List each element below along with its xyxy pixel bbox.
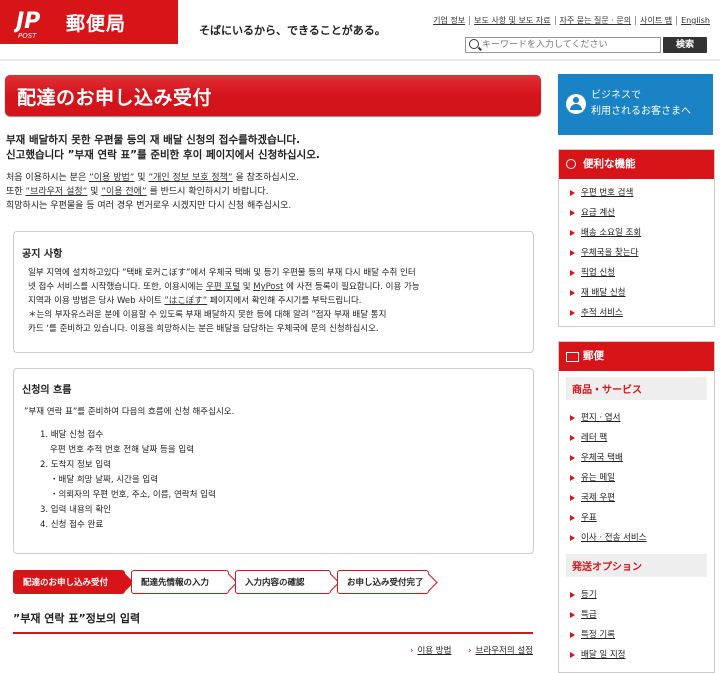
mail-item[interactable]: 우체국 택배 xyxy=(559,448,714,468)
tagline: そばにいるから、できることがある。 xyxy=(199,24,386,37)
tool-find-office[interactable]: 우체국을 찾는다 xyxy=(559,243,714,263)
top-link-press[interactable]: 보도 사항 및 보도 자료 xyxy=(470,16,556,25)
tool-tracking[interactable]: 추적 서비스 xyxy=(559,303,714,323)
flow-step: 2. 도착지 정보 입력 xyxy=(40,460,111,470)
flow-step: 4. 신청 접수 완료 xyxy=(40,520,104,530)
section-heading: ”부재 연락 표”정보의 입력 xyxy=(13,612,141,625)
mail-option-item[interactable]: 배달 일 지정 xyxy=(559,645,714,665)
tool-delivery-days[interactable]: 배송 소요일 조회 xyxy=(559,223,714,243)
top-links: 기업 정보 보도 사항 및 보도 자료 자주 묻는 질문 · 문의 사이트 맵 Engl… xyxy=(429,15,714,26)
tool-fee-calc[interactable]: 요금 계산 xyxy=(559,203,714,223)
site-header: JP POST 郵便局 そばにいるから、できることがある。 기업 정보 보도 사항… xyxy=(0,0,720,62)
envelope-icon xyxy=(566,352,579,362)
lead-text: 부재 배달하지 못한 우편물 등의 재 배달 신청의 접수를하겠습니다. 신고했… xyxy=(6,134,320,161)
step-complete: お申し込み受付完了 xyxy=(337,570,429,594)
page-title-bar: 配達のお申し込み受付 xyxy=(5,75,541,116)
before-use-link[interactable]: ”이용 전에” xyxy=(101,187,146,197)
mail-subheading-services: 商品・サービス xyxy=(566,377,707,400)
step-delivery-info: 配達先情報の入力 xyxy=(131,570,229,594)
top-link-faq[interactable]: 자주 묻는 질문 · 문의 xyxy=(555,16,637,25)
post-portal-link[interactable]: 우편 포털 xyxy=(206,282,240,292)
flow-step: 1. 배달 신청 접수 xyxy=(40,430,104,440)
search-icon xyxy=(566,159,576,169)
top-link-english[interactable]: English xyxy=(677,16,714,25)
tool-redelivery[interactable]: 재 배달 신청 xyxy=(559,283,714,303)
mail-item[interactable]: 유는 메일 xyxy=(559,468,714,488)
flow-body: ”부재 연락 표”를 준비하여 다음의 흐름에 신청 해주십시오. 1. 배달 … xyxy=(24,405,234,533)
mail-subheading-options: 発送オプション xyxy=(566,554,707,577)
mail-option-item[interactable]: 특정 기록 xyxy=(559,625,714,645)
tool-pickup[interactable]: 픽업 신청 xyxy=(559,263,714,283)
search-box xyxy=(465,37,661,53)
flow-step: 3. 입력 내용의 확인 xyxy=(40,505,111,515)
search-input[interactable] xyxy=(482,38,652,52)
notice-title: 공지 사항 xyxy=(22,249,63,260)
jp-logo-icon: JP POST xyxy=(14,9,40,40)
mail-panel-header: 郵便 xyxy=(559,342,714,371)
mail-item[interactable]: 우표 xyxy=(559,508,714,528)
mail-item[interactable]: 편지 · 엽서 xyxy=(559,408,714,428)
browser-settings-bottom-link[interactable]: 브라우저의 설정 xyxy=(468,646,533,656)
bottom-links: 이용 방법 브라우저의 설정 xyxy=(396,644,533,656)
browser-settings-link[interactable]: ”브라우저 설정” xyxy=(25,187,87,197)
tools-panel-header: 便利な機能 xyxy=(559,150,714,179)
mail-option-item[interactable]: 등기 xyxy=(559,585,714,605)
search-icon xyxy=(469,39,479,49)
privacy-policy-link[interactable]: ”개인 정보 보호 정책” xyxy=(148,173,232,183)
step-application: 配達のお申し込み受付 xyxy=(13,570,125,594)
intro-text: 처음 이용하시는 분은 ”이용 방법” 및 ”개인 정보 보호 정책” 을 참조… xyxy=(6,173,300,211)
page-title: 配達のお申し込み受付 xyxy=(17,87,213,109)
flow-box: 신청의 흐름 ”부재 연락 표”를 준비하여 다음의 흐름에 신청 해주십시오.… xyxy=(13,368,534,554)
usage-link[interactable]: ”이용 방법” xyxy=(89,173,134,183)
tool-postcode-search[interactable]: 우편 번호 검색 xyxy=(559,183,714,203)
search-button[interactable]: 検索 xyxy=(663,37,707,53)
mail-option-item[interactable]: 특급 xyxy=(559,605,714,625)
top-link-corporate[interactable]: 기업 정보 xyxy=(429,16,471,25)
top-link-sitemap[interactable]: 사이트 맵 xyxy=(636,16,678,25)
section-divider xyxy=(13,632,533,634)
mail-panel: 郵便 商品・サービス 편지 · 엽서 레터 팩 우체국 택배 유는 메일 국제 … xyxy=(558,341,715,673)
notice-box: 공지 사항 일부 지역에 설치하고있다 ”택배 로커こぼす”에서 우체국 택배 … xyxy=(13,231,534,353)
mypost-link[interactable]: MyPost xyxy=(253,282,283,292)
person-icon xyxy=(566,94,586,114)
logo-text: 郵便局 xyxy=(66,13,127,35)
japanpost-logo[interactable]: JP POST 郵便局 xyxy=(0,0,178,44)
mail-item[interactable]: 레터 팩 xyxy=(559,428,714,448)
step-confirm: 入力内容の確認 xyxy=(235,570,331,594)
mail-item[interactable]: 국제 우편 xyxy=(559,488,714,508)
flow-title: 신청의 흐름 xyxy=(22,385,72,396)
usage-bottom-link[interactable]: 이용 방법 xyxy=(410,646,451,656)
svg-text:POST: POST xyxy=(18,32,37,40)
business-banner[interactable]: ビジネスで 利用されるお客さまへ xyxy=(558,74,713,135)
mail-item[interactable]: 이사 · 전송 서비스 xyxy=(559,528,714,548)
svg-text:JP: JP xyxy=(14,9,40,34)
header-divider xyxy=(0,59,720,61)
notice-body: 일부 지역에 설치하고있다 ”택배 로커こぼす”에서 우체국 택배 및 등기 우… xyxy=(28,268,420,334)
hakopos-link[interactable]: ”はこぽす” xyxy=(164,296,207,306)
tools-panel: 便利な機能 우편 번호 검색 요금 계산 배송 소요일 조회 우체국을 찾는다 … xyxy=(558,149,715,327)
